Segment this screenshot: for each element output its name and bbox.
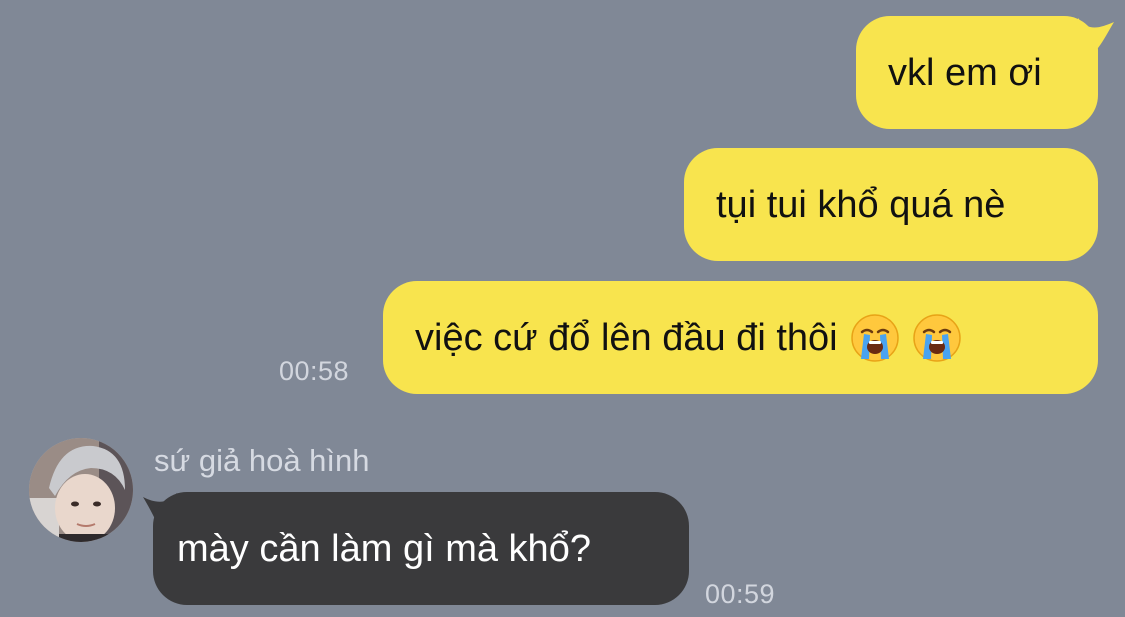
message-text: tụi tui khổ quá nè <box>716 183 1006 226</box>
loudly-crying-face-icon <box>912 313 962 363</box>
outgoing-message-1[interactable]: vkl em ơi <box>856 16 1098 129</box>
incoming-timestamp: 00:59 <box>705 579 776 609</box>
loudly-crying-face-icon <box>850 313 900 363</box>
sender-name: sứ giả hoà hình <box>154 443 370 478</box>
avatar[interactable] <box>29 438 133 542</box>
outgoing-message-3[interactable]: việc cứ đổ lên đầu đi thôi <box>383 281 1098 394</box>
message-text: vkl em ơi <box>888 51 1042 94</box>
outgoing-timestamp: 00:58 <box>279 356 350 386</box>
chat-area: vkl em ơi tụi tui khổ quá nè việc cứ đổ … <box>0 0 1125 617</box>
message-text: việc cứ đổ lên đầu đi thôi <box>415 316 838 359</box>
incoming-message[interactable]: mày cần làm gì mà khổ? <box>153 492 689 605</box>
message-text: mày cần làm gì mà khổ? <box>177 527 591 570</box>
outgoing-message-2[interactable]: tụi tui khổ quá nè <box>684 148 1098 261</box>
